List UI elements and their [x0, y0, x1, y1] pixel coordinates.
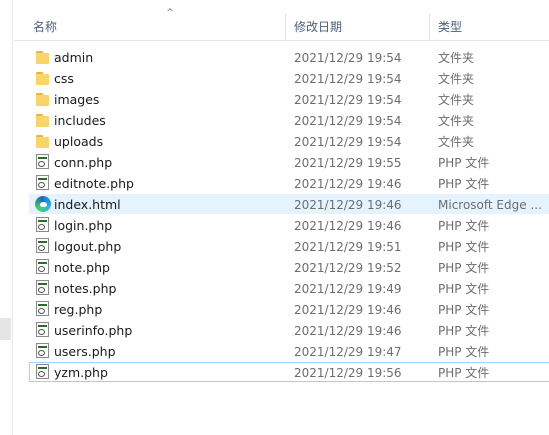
php-file-icon: [36, 301, 49, 316]
sort-ascending-icon: ^: [166, 8, 174, 18]
file-type: 文件夹: [438, 114, 475, 128]
edge-icon: [35, 196, 51, 212]
file-type: 文件夹: [438, 93, 475, 107]
file-row[interactable]: notes.php 2021/12/29 19:49 PHP 文件: [29, 278, 549, 298]
folder-icon: [35, 133, 51, 149]
file-modified-date: 2021/12/29 19:46: [294, 219, 402, 233]
navigation-pane: [0, 0, 13, 435]
file-row[interactable]: includes 2021/12/29 19:54 文件夹: [29, 110, 549, 130]
file-name: editnote.php: [54, 176, 134, 191]
file-name: users.php: [54, 344, 116, 359]
file-row[interactable]: yzm.php 2021/12/29 19:56 PHP 文件: [29, 362, 549, 382]
file-modified-date: 2021/12/29 19:54: [294, 72, 402, 86]
php-file-icon: [36, 175, 49, 190]
file-row[interactable]: userinfo.php 2021/12/29 19:46 PHP 文件: [29, 320, 549, 340]
file-type: 文件夹: [438, 51, 475, 65]
php-file-icon: [36, 322, 49, 337]
file-name: uploads: [54, 134, 104, 149]
php-file-icon: [36, 364, 49, 379]
file-modified-date: 2021/12/29 19:54: [294, 93, 402, 107]
file-modified-date: 2021/12/29 19:54: [294, 135, 402, 149]
file-modified-date: 2021/12/29 19:46: [294, 303, 402, 317]
php-file-icon: [36, 259, 49, 274]
file-row[interactable]: editnote.php 2021/12/29 19:46 PHP 文件: [29, 173, 549, 193]
file-name: login.php: [54, 218, 113, 233]
file-type: PHP 文件: [438, 345, 490, 359]
file-name: yzm.php: [54, 365, 108, 380]
file-modified-date: 2021/12/29 19:54: [294, 51, 402, 65]
file-type: PHP 文件: [438, 324, 490, 338]
file-type: PHP 文件: [438, 303, 490, 317]
file-row[interactable]: conn.php 2021/12/29 19:55 PHP 文件: [29, 152, 549, 172]
file-row[interactable]: logout.php 2021/12/29 19:51 PHP 文件: [29, 236, 549, 256]
file-type: PHP 文件: [438, 366, 490, 380]
folder-icon: [35, 49, 51, 65]
file-name: notes.php: [54, 281, 117, 296]
file-row[interactable]: login.php 2021/12/29 19:46 PHP 文件: [29, 215, 549, 235]
column-header-type[interactable]: 类型: [438, 19, 462, 35]
file-name: includes: [54, 113, 106, 128]
file-name: css: [54, 71, 74, 86]
column-header-name[interactable]: 名称: [33, 19, 57, 35]
file-row[interactable]: users.php 2021/12/29 19:47 PHP 文件: [29, 341, 549, 361]
column-resize-handle-date[interactable]: [429, 13, 430, 40]
file-type: PHP 文件: [438, 156, 490, 170]
file-row[interactable]: admin 2021/12/29 19:54 文件夹: [29, 47, 549, 67]
column-header-bar: ^ 名称 修改日期 类型: [14, 0, 549, 41]
file-modified-date: 2021/12/29 19:46: [294, 177, 402, 191]
file-name: admin: [54, 50, 94, 65]
file-name: note.php: [54, 260, 110, 275]
file-row[interactable]: note.php 2021/12/29 19:52 PHP 文件: [29, 257, 549, 277]
file-name: reg.php: [54, 302, 103, 317]
file-row[interactable]: index.html 2021/12/29 19:46 Microsoft Edge…: [29, 194, 549, 214]
file-row[interactable]: css 2021/12/29 19:54 文件夹: [29, 68, 549, 88]
file-type: PHP 文件: [438, 282, 490, 296]
php-file-icon: [36, 280, 49, 295]
file-modified-date: 2021/12/29 19:52: [294, 261, 402, 275]
file-modified-date: 2021/12/29 19:46: [294, 198, 402, 212]
file-modified-date: 2021/12/29 19:49: [294, 282, 402, 296]
php-file-icon: [36, 238, 49, 253]
folder-icon: [35, 112, 51, 128]
php-file-icon: [36, 343, 49, 358]
file-modified-date: 2021/12/29 19:51: [294, 240, 402, 254]
file-modified-date: 2021/12/29 19:46: [294, 324, 402, 338]
file-name: logout.php: [54, 239, 122, 254]
file-modified-date: 2021/12/29 19:54: [294, 114, 402, 128]
file-type: Microsoft Edge ...: [438, 198, 542, 212]
php-file-icon: [36, 154, 49, 169]
php-file-icon: [36, 217, 49, 232]
file-type: PHP 文件: [438, 177, 490, 191]
file-row[interactable]: uploads 2021/12/29 19:54 文件夹: [29, 131, 549, 151]
file-row[interactable]: reg.php 2021/12/29 19:46 PHP 文件: [29, 299, 549, 319]
file-modified-date: 2021/12/29 19:56: [294, 366, 402, 380]
file-name: images: [54, 92, 100, 107]
folder-icon: [35, 91, 51, 107]
folder-icon: [35, 70, 51, 86]
file-name: conn.php: [54, 155, 113, 170]
file-modified-date: 2021/12/29 19:55: [294, 156, 402, 170]
file-type: PHP 文件: [438, 261, 490, 275]
file-type: 文件夹: [438, 135, 475, 149]
file-type: PHP 文件: [438, 240, 490, 254]
column-header-date[interactable]: 修改日期: [294, 19, 342, 35]
file-row[interactable]: images 2021/12/29 19:54 文件夹: [29, 89, 549, 109]
column-resize-handle-name[interactable]: [285, 13, 286, 40]
file-type: 文件夹: [438, 72, 475, 86]
file-name: userinfo.php: [54, 323, 133, 338]
nav-pane-scrollbar-thumb[interactable]: [0, 318, 11, 340]
file-type: PHP 文件: [438, 219, 490, 233]
file-modified-date: 2021/12/29 19:47: [294, 345, 402, 359]
file-name: index.html: [54, 197, 121, 212]
